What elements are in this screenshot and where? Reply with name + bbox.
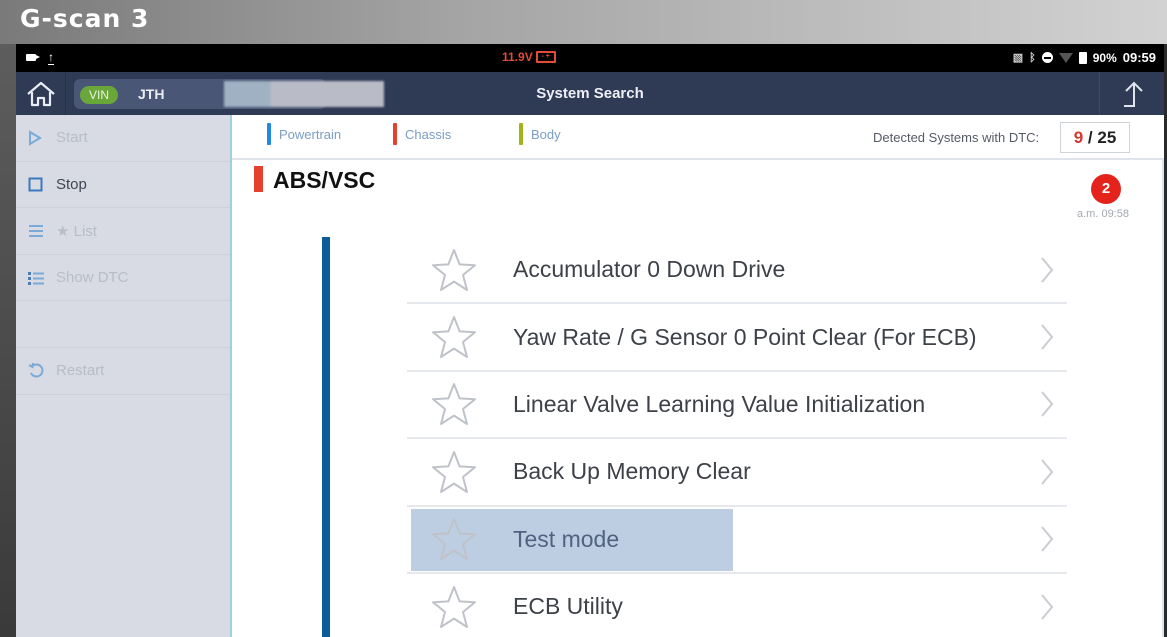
- star-outline-icon[interactable]: [429, 247, 479, 293]
- bullet-list-icon: [28, 271, 46, 285]
- bluetooth-icon: ᛒ: [1029, 51, 1036, 64]
- list-item[interactable]: ECB Utility: [407, 574, 1067, 637]
- chevron-right-icon: [1027, 458, 1067, 486]
- status-bar: ↑ 11.9V - + ▧ ᛒ 90% 09:59: [16, 44, 1164, 72]
- tree-connector-line: [322, 237, 330, 637]
- device-frame-left: [0, 44, 16, 637]
- sidebar-item-label: ★ List: [56, 222, 97, 240]
- dtc-separator: /: [1083, 128, 1098, 147]
- device-screen: ↑ 11.9V - + ▧ ᛒ 90% 09:59 VIN JTH System…: [16, 44, 1164, 637]
- home-icon: [26, 81, 55, 106]
- cast-icon: ▧: [1012, 52, 1024, 64]
- sidebar-spacer: [16, 301, 230, 348]
- list-item[interactable]: Back Up Memory Clear: [407, 439, 1067, 507]
- upload-icon: ↑: [48, 50, 54, 65]
- badge-timestamp: a.m. 09:58: [1077, 208, 1129, 220]
- function-label: Linear Valve Learning Value Initializati…: [513, 390, 926, 417]
- vin-value: JTH: [138, 86, 165, 102]
- function-list: Accumulator 0 Down Drive Yaw Rate / G Se…: [407, 237, 1067, 637]
- legend-label: Powertrain: [279, 126, 342, 142]
- video-camera-icon: [26, 54, 40, 61]
- vin-redacted: [224, 81, 384, 107]
- car-battery-icon: - +: [535, 51, 556, 63]
- star-outline-icon[interactable]: [429, 516, 479, 562]
- wifi-icon: [1058, 52, 1073, 63]
- vehicle-voltage: 11.9V - +: [502, 50, 556, 64]
- chevron-right-icon: [1027, 390, 1067, 418]
- legend-label: Body: [531, 126, 561, 142]
- clock: 09:59: [1122, 50, 1156, 65]
- legend-label: Chassis: [405, 126, 452, 142]
- dtc-count-badge[interactable]: 2: [1091, 174, 1121, 204]
- gscan-logo: G-scan 3: [20, 4, 150, 33]
- sidebar-item-label: Restart: [56, 362, 105, 380]
- sidebar-item-label: Show DTC: [56, 269, 129, 287]
- chassis-color-marker: [393, 123, 397, 145]
- star-outline-icon[interactable]: [429, 314, 479, 360]
- legend-chassis[interactable]: Chassis: [393, 123, 451, 145]
- sidebar-item-stop[interactable]: Stop: [16, 162, 230, 209]
- restart-icon: [28, 362, 46, 379]
- upload-button[interactable]: [1099, 72, 1164, 115]
- chassis-category-marker: [254, 166, 263, 192]
- chevron-right-icon: [1027, 525, 1067, 553]
- legend-powertrain[interactable]: Powertrain: [267, 123, 341, 145]
- function-label: Accumulator 0 Down Drive: [513, 256, 786, 283]
- do-not-disturb-icon: [1041, 52, 1053, 63]
- home-button[interactable]: [16, 72, 66, 115]
- sidebar-item-favorite-list[interactable]: ★ List: [16, 208, 230, 255]
- battery-icon: [1078, 51, 1087, 64]
- chevron-right-icon: [1027, 323, 1067, 351]
- sidebar-item-start[interactable]: Start: [16, 115, 230, 162]
- voltage-text: 11.9V: [502, 50, 533, 64]
- list-item[interactable]: Test mode: [407, 507, 1067, 574]
- sidebar-item-show-dtc[interactable]: Show DTC: [16, 255, 230, 302]
- list-icon: [28, 224, 46, 238]
- chevron-right-icon: [1027, 256, 1067, 284]
- dtc-total-count: 25: [1097, 128, 1117, 147]
- system-detail-panel: ABS/VSC 2 a.m. 09:58 Accumulator 0 Down …: [232, 160, 1164, 637]
- play-icon: [28, 130, 46, 146]
- chevron-right-icon: [1027, 593, 1067, 621]
- function-label: Test mode: [513, 525, 620, 552]
- list-item[interactable]: Accumulator 0 Down Drive: [407, 237, 1067, 305]
- brand-bar: G-scan 3: [0, 0, 1167, 44]
- vin-badge: VIN: [80, 86, 119, 104]
- body-color-marker: [519, 123, 523, 145]
- arrow-up-icon: [1124, 81, 1143, 107]
- dtc-detected-count: 9: [1073, 128, 1084, 147]
- stop-icon: [28, 177, 46, 192]
- function-label: ECB Utility: [513, 593, 623, 620]
- list-item[interactable]: Linear Valve Learning Value Initializati…: [407, 372, 1067, 440]
- star-outline-icon[interactable]: [429, 381, 479, 427]
- battery-percent: 90%: [1092, 50, 1117, 65]
- legend-body[interactable]: Body: [519, 123, 561, 145]
- powertrain-color-marker: [267, 123, 271, 145]
- filter-bar: Powertrain Chassis Body Detected Systems…: [232, 115, 1164, 160]
- sidebar-item-label: Stop: [56, 175, 87, 193]
- function-label: Back Up Memory Clear: [513, 458, 751, 485]
- sidebar-item-label: Start: [56, 129, 88, 147]
- star-outline-icon[interactable]: [429, 584, 479, 630]
- function-label: Yaw Rate / G Sensor 0 Point Clear (For E…: [513, 323, 977, 350]
- system-name: ABS/VSC: [273, 167, 376, 193]
- list-item[interactable]: Yaw Rate / G Sensor 0 Point Clear (For E…: [407, 304, 1067, 372]
- dtc-summary-label: Detected Systems with DTC:: [873, 130, 1040, 145]
- star-outline-icon[interactable]: [429, 449, 479, 495]
- dtc-summary-count: 9 / 25: [1060, 122, 1130, 153]
- vin-field: VIN JTH: [74, 79, 384, 109]
- app-header: VIN JTH System Search: [16, 72, 1164, 115]
- sidebar: Start Stop ★ List Show DTC Restart: [16, 115, 232, 637]
- sidebar-item-restart[interactable]: Restart: [16, 348, 230, 395]
